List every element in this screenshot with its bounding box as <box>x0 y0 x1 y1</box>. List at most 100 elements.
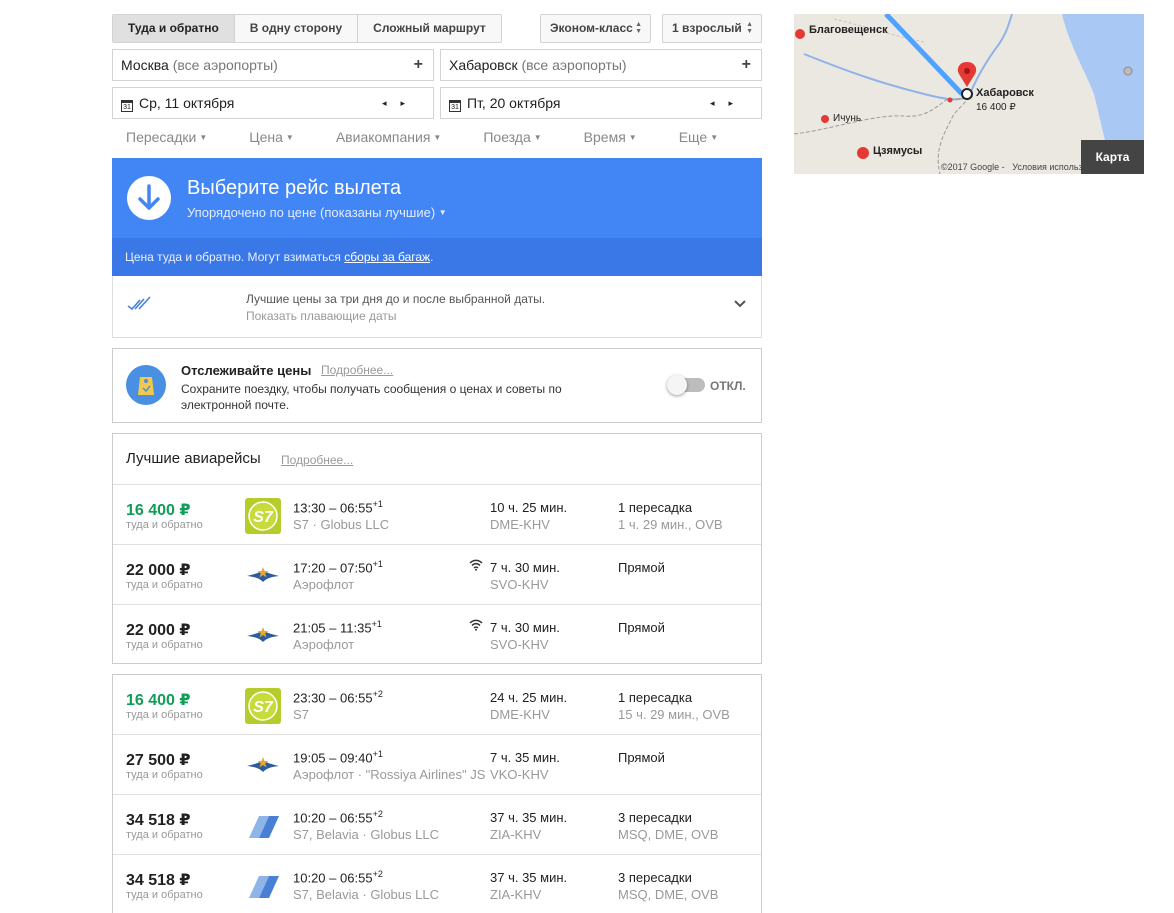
flight-duration: 10 ч. 25 мин. <box>490 500 568 515</box>
map-city-label: Благовещенск <box>809 24 888 36</box>
filter-stops[interactable]: Пересадки ▼ <box>126 129 228 145</box>
map-city-label: Хабаровск <box>976 87 1034 99</box>
flight-duration: 37 ч. 35 мин. <box>490 810 568 825</box>
flight-price: 34 518 ₽ <box>126 872 191 889</box>
caret-down-icon: ▼ <box>628 133 637 142</box>
flight-row[interactable]: 27 500 ₽ туда и обратно 19:05 – 09:40+1 Аэр… <box>113 735 761 795</box>
prev-date-icon[interactable]: ◂ <box>382 98 401 108</box>
airline-name: S7, Belavia · Globus LLC <box>293 827 439 842</box>
flight-times: 21:05 – 11:35+1 <box>293 619 382 636</box>
caret-down-icon: ▼ <box>533 133 542 142</box>
flight-route: DME-KHV <box>490 517 550 532</box>
filter-trains[interactable]: Поезда ▼ <box>483 129 562 145</box>
flight-stops: 3 пересадки <box>618 810 692 825</box>
return-date-value: Пт, 20 октября <box>467 95 561 111</box>
layover-info: 1 ч. 29 мин., OVB <box>618 517 723 532</box>
price-label: туда и обратно <box>126 519 203 531</box>
best-flights-title: Лучшие авиарейсы <box>126 450 261 467</box>
map-city-label: Ичунь <box>833 113 862 124</box>
depart-date-field[interactable]: 31 Ср, 11 октября ◂▸ <box>112 87 434 119</box>
flight-price: 27 500 ₽ <box>126 752 191 769</box>
airline-name: Аэрофлот <box>293 577 355 592</box>
return-date-field[interactable]: 31 Пт, 20 октября ◂▸ <box>440 87 762 119</box>
tracking-toggle-knob[interactable] <box>667 375 687 395</box>
flight-price: 22 000 ₽ <box>126 562 191 579</box>
flight-row[interactable]: 34 518 ₽ туда и обратно 10:20 – 06:55+2 S7,… <box>113 855 761 913</box>
flight-times: 19:05 – 09:40+1 <box>293 749 383 766</box>
destination-field[interactable]: Хабаровск (все аэропорты) + <box>440 49 762 81</box>
price-label: туда и обратно <box>126 709 203 721</box>
flight-duration: 7 ч. 35 мин. <box>490 750 560 765</box>
flight-stops: Прямой <box>618 750 665 765</box>
tracking-more-link[interactable]: Подробнее... <box>321 363 393 377</box>
flight-stops: 1 пересадка <box>618 500 693 515</box>
flexible-dates-panel[interactable]: Лучшие цены за три дня до и после выбран… <box>112 276 762 338</box>
other-flights-section: 16 400 ₽ туда и обратно S7 23:30 – 06:55+2 S… <box>112 674 762 913</box>
price-label: туда и обратно <box>126 769 203 781</box>
wifi-icon <box>469 619 483 631</box>
airline-name: S7 <box>293 707 309 722</box>
destination-hint: (все аэропорты) <box>521 57 627 73</box>
tracking-description: Сохраните поездку, чтобы получать сообще… <box>181 382 562 412</box>
flight-price: 34 518 ₽ <box>126 812 191 829</box>
depart-date-value: Ср, 11 октября <box>139 95 235 111</box>
airline-name: Аэрофлот · "Rossiya Airlines" JSC <box>293 767 485 782</box>
layover-info: MSQ, DME, OVB <box>618 887 719 902</box>
filter-price[interactable]: Цена ▼ <box>249 129 315 145</box>
chevron-down-icon[interactable] <box>732 296 748 312</box>
destination-city: Хабаровск <box>449 57 518 73</box>
best-flights-more-link[interactable]: Подробнее... <box>281 453 353 467</box>
filter-airline[interactable]: Авиакомпания ▼ <box>336 129 463 145</box>
s7-logo-icon: S7 <box>245 688 281 724</box>
price-label: туда и обратно <box>126 829 203 841</box>
flight-stops: Прямой <box>618 560 665 575</box>
prev-date-icon[interactable]: ◂ <box>710 98 729 108</box>
s7-logo-icon: S7 <box>245 498 281 534</box>
filter-bar: Пересадки ▼ Цена ▼ Авиакомпания ▼ Поезда ▼ В… <box>126 129 760 145</box>
calendar-icon: 31 <box>449 100 461 112</box>
flight-row[interactable]: 16 400 ₽ туда и обратно S7 13:30 – 06:55+1 S… <box>113 485 761 545</box>
filter-more[interactable]: Еще ▼ <box>679 129 739 145</box>
map-city-label: Цзямусы <box>873 145 923 157</box>
flight-route: ZIA-KHV <box>490 887 542 902</box>
passengers-select[interactable]: 1 взрослый ▲ ▼ <box>662 14 762 43</box>
flexible-dates-link[interactable]: Показать плавающие даты <box>246 309 397 323</box>
flight-duration: 7 ч. 30 мин. <box>490 620 560 635</box>
trend-icon <box>127 296 151 310</box>
filter-time[interactable]: Время ▼ <box>584 129 658 145</box>
baggage-fees-link[interactable]: сборы за багаж <box>344 250 430 264</box>
flight-duration: 7 ч. 30 мин. <box>490 560 560 575</box>
trip-type-roundtrip[interactable]: Туда и обратно <box>113 15 235 42</box>
next-date-icon[interactable]: ▸ <box>728 98 747 108</box>
trip-type-selector: Туда и обратно В одну сторону Сложный ма… <box>112 14 502 43</box>
trip-type-oneway[interactable]: В одну сторону <box>235 15 359 42</box>
origin-field[interactable]: Москва (все аэропорты) + <box>112 49 434 81</box>
flight-row[interactable]: 16 400 ₽ туда и обратно S7 23:30 – 06:55+2 S… <box>113 675 761 735</box>
layover-info: MSQ, DME, OVB <box>618 827 719 842</box>
select-departure-header: Выберите рейс вылета Упорядочено по цене… <box>112 158 762 238</box>
flight-row[interactable]: 34 518 ₽ туда и обратно 10:20 – 06:55+2 S7,… <box>113 795 761 855</box>
route-map[interactable]: Благовещенск Хабаровск 16 400 ₽ Ичунь Цз… <box>794 14 1144 174</box>
trip-type-multicity[interactable]: Сложный маршрут <box>358 15 501 42</box>
svg-text:S7: S7 <box>253 699 274 716</box>
caret-down-icon: ▼ <box>433 133 442 142</box>
sort-selector[interactable]: Упорядочено по цене (показаны лучшие) ▼ <box>187 205 447 220</box>
cabin-class-select[interactable]: Эконом-класс ▲ ▼ <box>540 14 651 43</box>
page-title: Выберите рейс вылета <box>187 177 402 199</box>
passengers-value: 1 взрослый <box>672 21 742 35</box>
map-button[interactable]: Карта <box>1081 140 1144 174</box>
add-origin-icon[interactable]: + <box>414 50 423 80</box>
next-date-icon[interactable]: ▸ <box>400 98 419 108</box>
flight-times: 10:20 – 06:55+2 <box>293 869 383 886</box>
price-label: туда и обратно <box>126 579 203 591</box>
tracking-toggle-label: ОТКЛ. <box>710 379 746 393</box>
price-label: туда и обратно <box>126 639 203 651</box>
best-flights-section: Лучшие авиарейсы Подробнее... 16 400 ₽ ту… <box>112 433 762 664</box>
flight-price: 22 000 ₽ <box>126 622 191 639</box>
updown-icon: ▲ ▼ <box>635 21 642 35</box>
flight-row[interactable]: 22 000 ₽ туда и обратно 21:05 – 11:35+1 Аэр… <box>113 605 761 665</box>
flight-row[interactable]: 22 000 ₽ туда и обратно 17:20 – 07:50+1 Аэр… <box>113 545 761 605</box>
flight-price: 16 400 ₽ <box>126 502 191 519</box>
multi-airline-logo-icon <box>249 876 279 898</box>
add-destination-icon[interactable]: + <box>742 50 751 80</box>
